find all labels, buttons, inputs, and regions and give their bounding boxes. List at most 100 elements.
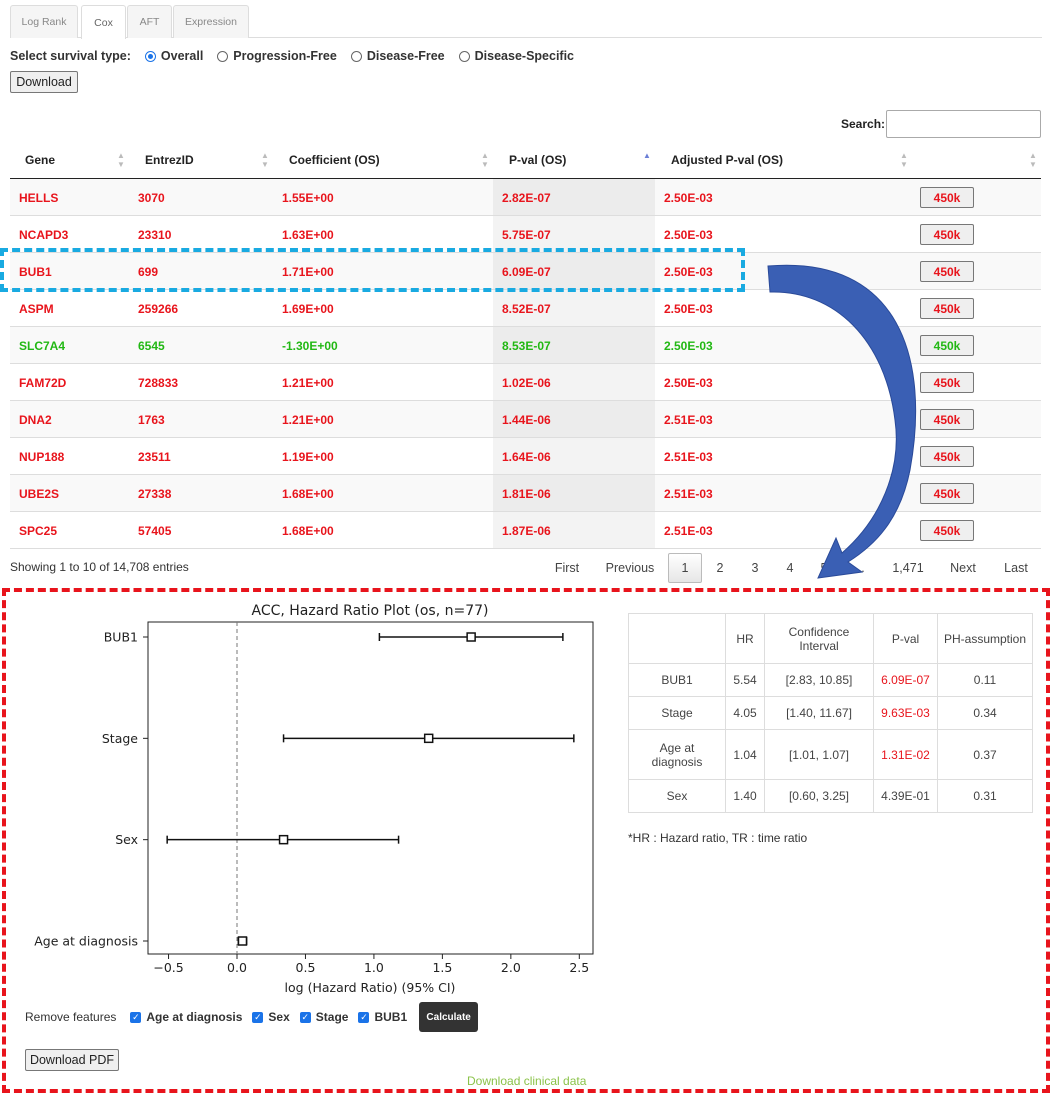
methylation-450k-button[interactable]: 450k [920, 372, 974, 393]
hr-table-body: BUB1 5.54 [2.83, 10.85] 6.09E-07 0.11 Stage 4.… [628, 663, 1033, 813]
cell-pval: 6.09E-07 [502, 265, 551, 279]
checkbox-icon[interactable]: ✓ [358, 1011, 370, 1023]
results-table: Gene ▲ ▼ EntrezID ▲ ▼ Coefficient (OS) ▲ ▼ … [10, 142, 1041, 549]
hr-cell-ci: [1.40, 11.67] [764, 696, 874, 730]
methylation-450k-button[interactable]: 450k [920, 483, 974, 504]
tab-expression[interactable]: Expression [173, 5, 249, 38]
y-tick-label: Age at diagnosis [34, 934, 138, 949]
table-row: SPC25 57405 1.68E+00 1.87E-06 2.51E-03 450k [10, 512, 1041, 549]
page-3[interactable]: 3 [744, 553, 766, 583]
sort-icon[interactable]: ▲ ▼ [117, 151, 125, 169]
table-row: HELLS 3070 1.55E+00 2.82E-07 2.50E-03 450k [10, 179, 1041, 216]
cell-entrezid: 1763 [138, 413, 165, 427]
hr-cell-pval: 9.63E-03 [873, 696, 938, 730]
sort-asc-icon[interactable]: ▲ [643, 151, 651, 160]
search-label: Search: [841, 117, 886, 131]
cell-entrezid: 3070 [138, 191, 165, 205]
page-ellipsis: … [852, 561, 866, 575]
header-pval[interactable]: P-val (OS) [509, 153, 566, 167]
methylation-450k-button[interactable]: 450k [920, 224, 974, 245]
table-row: FAM72D 728833 1.21E+00 1.02E-06 2.50E-03 450k [10, 364, 1041, 401]
header-entrezid[interactable]: EntrezID [145, 153, 194, 167]
x-tick-label: 2.0 [501, 960, 521, 975]
cell-entrezid: 23310 [138, 228, 172, 242]
checkbox-icon[interactable]: ✓ [299, 1011, 311, 1023]
tab-bar: Log Rank Cox AFT Expression [10, 5, 1042, 39]
cell-adjusted-pval: 2.50E-03 [664, 376, 713, 390]
page-last[interactable]: Last [1000, 553, 1032, 583]
cell-coefficient: 1.63E+00 [282, 228, 334, 242]
page-1[interactable]: 1 [668, 553, 702, 583]
table-row: NCAPD3 23310 1.63E+00 5.75E-07 2.50E-03 450k [10, 216, 1041, 253]
radio-icon[interactable] [350, 50, 362, 62]
hr-table-header: HR Confidence Interval P-val PH-assumpti… [628, 613, 1033, 664]
header-adjusted-pval[interactable]: Adjusted P-val (OS) [671, 153, 783, 167]
checkbox-icon[interactable]: ✓ [252, 1011, 264, 1023]
hr-cell-feature: Sex [628, 779, 726, 813]
cell-adjusted-pval: 2.50E-03 [664, 228, 713, 242]
point-marker [278, 834, 289, 845]
methylation-450k-button[interactable]: 450k [920, 298, 974, 319]
methylation-450k-button[interactable]: 450k [920, 187, 974, 208]
calculate-button[interactable]: Calculate [419, 1002, 479, 1032]
radio-icon[interactable] [458, 50, 470, 62]
cell-pval: 1.02E-06 [502, 376, 551, 390]
cell-gene: ASPM [19, 302, 54, 316]
sort-icon[interactable]: ▲ ▼ [900, 151, 908, 169]
checkbox-stage[interactable]: ✓ Stage [299, 1010, 348, 1024]
remove-features: Remove features ✓ Age at diagnosis ✓ Sex ✓… [25, 1002, 479, 1032]
radio-overall[interactable]: Overall [144, 49, 203, 63]
radio-icon[interactable] [217, 50, 229, 62]
header-gene[interactable]: Gene [25, 153, 55, 167]
cell-entrezid: 699 [138, 265, 159, 279]
page-2[interactable]: 2 [709, 553, 731, 583]
cell-coefficient: 1.21E+00 [282, 376, 334, 390]
page-4[interactable]: 4 [779, 553, 801, 583]
radio-progression-free[interactable]: Progression-Free [217, 49, 337, 63]
page-next[interactable]: Next [946, 553, 980, 583]
table-row: ASPM 259266 1.69E+00 8.52E-07 2.50E-03 450k [10, 290, 1041, 327]
download-clinical-data-link[interactable]: Download clinical data [467, 1074, 586, 1088]
table-header: Gene ▲ ▼ EntrezID ▲ ▼ Coefficient (OS) ▲ ▼ … [10, 142, 1041, 179]
methylation-450k-button[interactable]: 450k [920, 261, 974, 282]
methylation-450k-button[interactable]: 450k [920, 520, 974, 541]
radio-disease-free[interactable]: Disease-Free [350, 49, 445, 63]
hazard-ratio-plot: ACC, Hazard Ratio Plot (os, n=77) −0.5 0.… [34, 603, 594, 995]
download-pdf-button[interactable]: Download PDF [25, 1049, 119, 1071]
tab-log-rank[interactable]: Log Rank [10, 5, 78, 38]
methylation-450k-button[interactable]: 450k [920, 409, 974, 430]
radio-disease-specific[interactable]: Disease-Specific [458, 49, 574, 63]
tab-cox[interactable]: Cox [81, 5, 126, 39]
hr-cell-ci: [2.83, 10.85] [764, 663, 874, 697]
checkbox-sex[interactable]: ✓ Sex [252, 1010, 290, 1024]
page-last-number[interactable]: 1,471 [888, 553, 928, 583]
header-coefficient[interactable]: Coefficient (OS) [289, 153, 380, 167]
hr-cell-hr: 1.40 [725, 779, 765, 813]
cell-gene: SPC25 [19, 524, 58, 538]
sort-icon[interactable]: ▲ ▼ [1029, 151, 1037, 169]
sort-icon[interactable]: ▲ ▼ [481, 151, 489, 169]
hr-cell-pval: 1.31E-02 [873, 729, 938, 780]
cell-entrezid: 259266 [138, 302, 179, 316]
checkbox-icon[interactable]: ✓ [130, 1011, 142, 1023]
page-previous[interactable]: Previous [600, 553, 660, 583]
cell-pval: 1.64E-06 [502, 450, 551, 464]
download-button[interactable]: Download [10, 71, 78, 93]
methylation-450k-button[interactable]: 450k [920, 335, 974, 356]
checkbox-age-at-diagnosis[interactable]: ✓ Age at diagnosis [130, 1010, 242, 1024]
cell-coefficient: 1.68E+00 [282, 524, 334, 538]
search-input[interactable] [886, 110, 1041, 138]
sort-icon[interactable]: ▲ ▼ [261, 151, 269, 169]
x-tick-label: 1.5 [432, 960, 452, 975]
cell-coefficient: 1.55E+00 [282, 191, 334, 205]
page-5[interactable]: 5 [813, 553, 835, 583]
radio-icon[interactable] [144, 50, 156, 62]
cell-pval: 8.53E-07 [502, 339, 551, 353]
tab-aft[interactable]: AFT [127, 5, 172, 38]
cell-coefficient: 1.69E+00 [282, 302, 334, 316]
x-tick-label: 0.0 [227, 960, 247, 975]
x-axis-label: log (Hazard Ratio) (95% CI) [285, 980, 456, 995]
methylation-450k-button[interactable]: 450k [920, 446, 974, 467]
page-first[interactable]: First [547, 553, 587, 583]
checkbox-bub1[interactable]: ✓ BUB1 [358, 1010, 407, 1024]
